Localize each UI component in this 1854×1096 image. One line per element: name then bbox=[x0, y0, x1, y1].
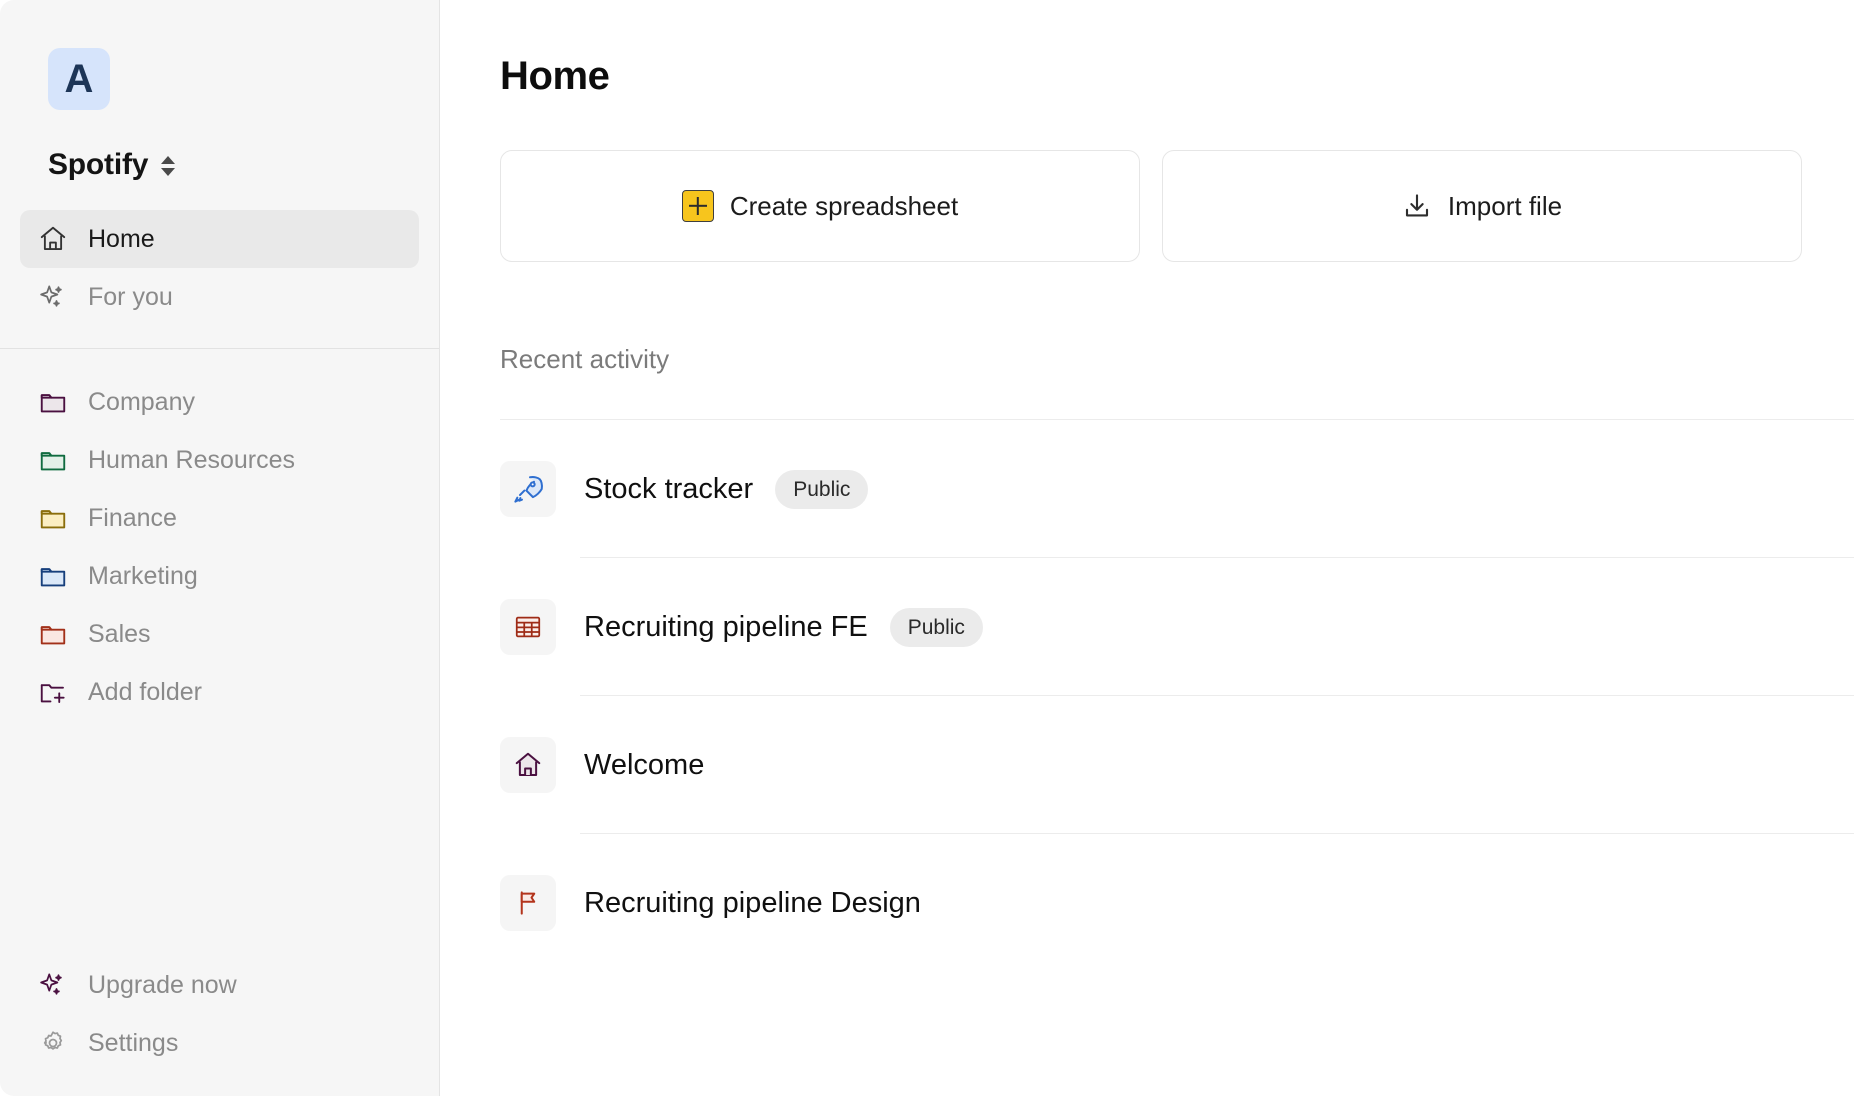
folder-icon bbox=[38, 503, 68, 533]
home-icon bbox=[500, 737, 556, 793]
folder-icon bbox=[38, 619, 68, 649]
list-item-title: Recruiting pipeline FE bbox=[584, 610, 868, 643]
sidebar-item-label: Human Resources bbox=[88, 445, 296, 474]
list-item[interactable]: Recruiting pipeline FE Public Modified bbox=[500, 558, 1854, 696]
workspace-name: Spotify bbox=[48, 148, 149, 181]
workspace-switcher[interactable]: Spotify bbox=[0, 110, 439, 182]
list-item-title: Recruiting pipeline Design bbox=[584, 886, 921, 919]
sidebar-item-settings[interactable]: Settings bbox=[20, 1014, 419, 1072]
list-item[interactable]: Welcome Modified bbox=[500, 696, 1854, 834]
sidebar-item-human-resources[interactable]: Human Resources bbox=[20, 431, 419, 489]
page-title: Home bbox=[500, 54, 610, 98]
sidebar-item-label: Upgrade now bbox=[88, 970, 237, 999]
sidebar-item-add-folder[interactable]: Add folder bbox=[20, 663, 419, 721]
secondary-nav: Upgrade now Settings bbox=[0, 942, 439, 1072]
sidebar-item-label: Home bbox=[88, 224, 155, 253]
import-file-label: Import file bbox=[1447, 190, 1563, 221]
app-window: A Spotify Home For you Company Human Res… bbox=[0, 0, 1854, 1096]
sidebar-item-upgrade-now[interactable]: Upgrade now bbox=[20, 956, 419, 1014]
sparkle-icon bbox=[38, 970, 68, 1000]
create-spreadsheet-label: Create spreadsheet bbox=[729, 190, 959, 221]
sidebar-item-label: For you bbox=[88, 282, 173, 311]
rocket-icon bbox=[500, 461, 556, 517]
sidebar-bottom-padding bbox=[0, 1072, 439, 1096]
recent-activity-label: Recent activity bbox=[500, 344, 670, 374]
sidebar-item-label: Sales bbox=[88, 619, 151, 648]
quick-actions: Create spreadsheet Import file bbox=[500, 150, 1854, 262]
create-spreadsheet-button[interactable]: Create spreadsheet bbox=[500, 150, 1140, 262]
workspace-logo[interactable]: A bbox=[48, 48, 110, 110]
status-badge: Public bbox=[775, 469, 869, 509]
sidebar-item-home[interactable]: Home bbox=[20, 210, 419, 268]
plus-square-icon bbox=[681, 190, 714, 222]
import-download-icon bbox=[1402, 191, 1432, 221]
main-content: Home Create spreadsheet Import file Rece… bbox=[440, 0, 1854, 1096]
list-item[interactable]: Recruiting pipeline Design Modified bbox=[500, 834, 1854, 972]
sidebar-item-company[interactable]: Company bbox=[20, 373, 419, 431]
sidebar: A Spotify Home For you Company Human Res… bbox=[0, 0, 440, 1096]
recent-activity-list: Stock tracker Public Modified Recruiting… bbox=[500, 420, 1854, 972]
logo-container: A bbox=[0, 0, 439, 110]
sparkle-icon bbox=[38, 282, 68, 312]
sidebar-item-label: Settings bbox=[88, 1028, 179, 1057]
import-file-button[interactable]: Import file bbox=[1162, 150, 1802, 262]
status-badge: Public bbox=[889, 607, 983, 647]
sidebar-item-label: Company bbox=[88, 387, 195, 416]
folder-icon bbox=[38, 445, 68, 475]
folder-icon bbox=[38, 561, 68, 591]
gear-icon bbox=[38, 1028, 68, 1058]
sidebar-item-label: Marketing bbox=[88, 561, 198, 590]
sidebar-item-label: Add folder bbox=[88, 677, 202, 706]
list-item[interactable]: Stock tracker Public Modified bbox=[500, 420, 1854, 558]
folder-nav: Company Human Resources Finance Marketin… bbox=[0, 349, 439, 721]
sidebar-item-marketing[interactable]: Marketing bbox=[20, 547, 419, 605]
flag-icon bbox=[500, 875, 556, 931]
list-item-title: Stock tracker bbox=[584, 472, 754, 505]
sidebar-item-finance[interactable]: Finance bbox=[20, 489, 419, 547]
primary-nav: Home For you bbox=[0, 182, 439, 326]
list-item-title: Welcome bbox=[584, 748, 705, 781]
chevron-up-down-icon bbox=[161, 154, 176, 176]
sidebar-item-label: Finance bbox=[88, 503, 177, 532]
sidebar-item-for-you[interactable]: For you bbox=[20, 268, 419, 326]
folder-icon bbox=[38, 387, 68, 417]
folder-plus-icon bbox=[38, 677, 68, 707]
home-icon bbox=[38, 224, 68, 254]
table-grid-icon bbox=[500, 599, 556, 655]
sidebar-item-sales[interactable]: Sales bbox=[20, 605, 419, 663]
